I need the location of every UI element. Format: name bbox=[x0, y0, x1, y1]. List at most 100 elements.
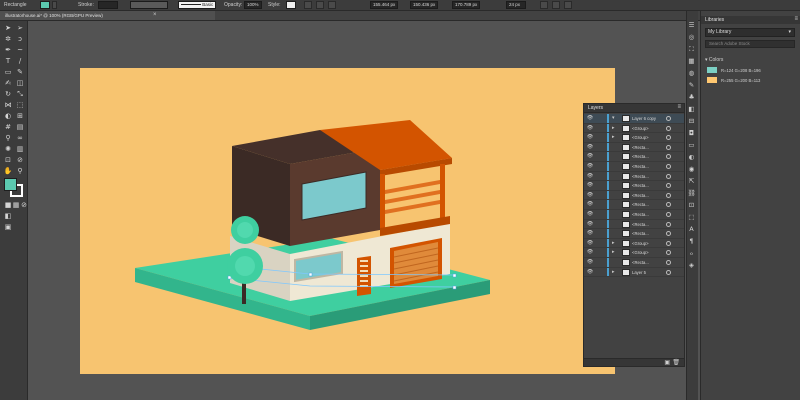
direct-selection-tool-icon[interactable]: ➢ bbox=[15, 23, 25, 33]
eye-icon[interactable]: 👁 bbox=[586, 230, 594, 237]
slice-tool-icon[interactable]: ⊘ bbox=[15, 155, 25, 165]
variable-width-field[interactable] bbox=[130, 1, 168, 9]
disclosure-triangle-icon[interactable]: ▸ bbox=[612, 269, 615, 276]
menu-button[interactable] bbox=[564, 1, 572, 9]
eye-icon[interactable]: 👁 bbox=[586, 115, 594, 122]
align-panel-icon[interactable]: ⊟ bbox=[687, 117, 696, 126]
layer-row[interactable]: 👁 ▸ <Group> bbox=[584, 238, 684, 249]
layer-row[interactable]: 👁 <Recta... bbox=[584, 142, 684, 153]
layer-row[interactable]: 👁 <Recta... bbox=[584, 257, 684, 268]
graphic-style-swatch[interactable] bbox=[286, 1, 296, 9]
delete-layer-icon[interactable]: 🗑 bbox=[672, 359, 680, 366]
height-field[interactable]: 24 px bbox=[506, 1, 526, 9]
type-tool-icon[interactable]: T bbox=[3, 56, 13, 66]
layer-row[interactable]: 👁 ▸ <Group> bbox=[584, 123, 684, 134]
disclosure-triangle-icon[interactable]: ▾ bbox=[612, 115, 615, 122]
eye-icon[interactable]: 👁 bbox=[586, 134, 594, 141]
library-select[interactable]: My Library ▾ bbox=[705, 28, 795, 37]
eye-icon[interactable]: 👁 bbox=[586, 249, 594, 256]
stroke-panel-icon[interactable]: ▭ bbox=[687, 141, 696, 150]
eye-icon[interactable]: 👁 bbox=[586, 173, 594, 180]
transparency-panel-icon[interactable]: ◎ bbox=[687, 33, 696, 42]
appearance-panel-icon[interactable]: ◐ bbox=[687, 153, 696, 162]
layer-row[interactable]: 👁 ▾ Layer 6 copy bbox=[584, 114, 684, 124]
target-icon[interactable] bbox=[666, 144, 671, 150]
gradient-tool-icon[interactable]: ▤ bbox=[15, 122, 25, 132]
eye-icon[interactable]: 👁 bbox=[586, 211, 594, 218]
selection-tool-icon[interactable]: ➤ bbox=[3, 23, 13, 33]
links-panel-icon[interactable]: ⛓ bbox=[687, 189, 696, 198]
target-icon[interactable] bbox=[666, 231, 671, 237]
pen-tool-icon[interactable]: ✒ bbox=[3, 45, 13, 55]
target-icon[interactable] bbox=[666, 154, 671, 160]
mesh-tool-icon[interactable]: # bbox=[3, 122, 13, 132]
eye-icon[interactable]: 👁 bbox=[586, 201, 594, 208]
properties-panel-icon[interactable]: ☰ bbox=[687, 21, 696, 30]
stroke-weight-field[interactable] bbox=[98, 1, 118, 9]
fill-dropdown-button[interactable] bbox=[52, 1, 57, 9]
artboard[interactable] bbox=[80, 68, 615, 374]
isolate-button[interactable] bbox=[540, 1, 548, 9]
target-icon[interactable] bbox=[666, 135, 671, 141]
layer-row[interactable]: 👁 <Recta... bbox=[584, 171, 684, 182]
free-transform-tool-icon[interactable]: ⬚ bbox=[15, 100, 25, 110]
target-icon[interactable] bbox=[666, 269, 671, 275]
eye-icon[interactable]: 👁 bbox=[586, 192, 594, 199]
panel-menu-icon[interactable]: ≡ bbox=[677, 104, 681, 110]
layers-panel-icon[interactable]: ◧ bbox=[687, 105, 696, 114]
target-icon[interactable] bbox=[666, 192, 671, 198]
magic-wand-tool-icon[interactable]: ✲ bbox=[3, 34, 13, 44]
eyedropper-tool-icon[interactable]: ⚲ bbox=[3, 133, 13, 143]
target-icon[interactable] bbox=[666, 163, 671, 169]
library-search-input[interactable]: Search Adobe Stock bbox=[705, 40, 795, 48]
pathfinder-panel-icon[interactable]: ◘ bbox=[687, 129, 696, 138]
target-icon[interactable] bbox=[666, 211, 671, 217]
layer-row[interactable]: 👁 ▸ <Group> bbox=[584, 248, 684, 258]
perspective-grid-tool-icon[interactable]: ⊞ bbox=[15, 111, 25, 121]
swatches-panel-icon[interactable]: ▦ bbox=[687, 57, 696, 66]
none-mode-icon[interactable]: ⊘ bbox=[19, 200, 29, 210]
document-tab[interactable]: illustratorhouse.ai* @ 100% (RGB/GPU Pre… bbox=[0, 11, 215, 21]
fill-color-box[interactable] bbox=[4, 178, 17, 191]
disclosure-triangle-icon[interactable]: ▸ bbox=[612, 125, 615, 132]
eye-icon[interactable]: 👁 bbox=[586, 153, 594, 160]
disclosure-triangle-icon[interactable]: ▸ bbox=[612, 240, 615, 247]
library-color-item[interactable]: R=255 G=200 B=113 bbox=[705, 76, 797, 85]
shaper-tool-icon[interactable]: ✍ bbox=[3, 78, 13, 88]
eye-icon[interactable]: 👁 bbox=[586, 163, 594, 170]
blend-tool-icon[interactable]: ∞ bbox=[15, 133, 25, 143]
character-panel-icon[interactable]: A bbox=[687, 225, 696, 234]
symbols-panel-icon[interactable]: ♣ bbox=[687, 93, 696, 102]
layer-row[interactable]: 👁 <Recta... bbox=[584, 219, 684, 230]
export-panel-icon[interactable]: ⇱ bbox=[687, 177, 696, 186]
transform-button[interactable] bbox=[316, 1, 324, 9]
new-layer-icon[interactable]: ▣ bbox=[664, 359, 670, 366]
eraser-tool-icon[interactable]: ◫ bbox=[15, 78, 25, 88]
fill-color-swatch[interactable] bbox=[40, 1, 50, 9]
eye-icon[interactable]: 👁 bbox=[586, 240, 594, 247]
layer-row[interactable]: 👁 <Recta... bbox=[584, 181, 684, 191]
target-icon[interactable] bbox=[666, 221, 671, 227]
close-icon[interactable]: × bbox=[153, 12, 157, 18]
eye-icon[interactable]: 👁 bbox=[586, 182, 594, 189]
artboards-panel-icon[interactable]: ⊡ bbox=[687, 201, 696, 210]
library-color-item[interactable]: R=124 G=208 B=196 bbox=[705, 66, 797, 75]
draw-normal-icon[interactable]: ◧ bbox=[3, 211, 13, 221]
eye-icon[interactable]: 👁 bbox=[586, 125, 594, 132]
color-panel-icon[interactable]: ◍ bbox=[687, 69, 696, 78]
width-field[interactable]: 170.789 px bbox=[452, 1, 480, 9]
target-icon[interactable] bbox=[666, 173, 671, 179]
hand-tool-icon[interactable]: ✋ bbox=[3, 166, 13, 176]
layer-row[interactable]: 👁 <Recta... bbox=[584, 209, 684, 220]
target-icon[interactable] bbox=[666, 259, 671, 265]
align-button[interactable] bbox=[304, 1, 312, 9]
paragraph-panel-icon[interactable]: ¶ bbox=[687, 237, 696, 246]
opacity-field[interactable]: 100% bbox=[244, 1, 262, 9]
paintbrush-tool-icon[interactable]: ✎ bbox=[15, 67, 25, 77]
graph-tool-icon[interactable]: ▥ bbox=[15, 144, 25, 154]
curvature-tool-icon[interactable]: ~ bbox=[15, 45, 25, 55]
brushes-panel-icon[interactable]: ✎ bbox=[687, 81, 696, 90]
transform-panel-icon[interactable]: ⬚ bbox=[687, 213, 696, 222]
target-icon[interactable] bbox=[666, 240, 671, 246]
rectangle-tool-icon[interactable]: ▭ bbox=[3, 67, 13, 77]
